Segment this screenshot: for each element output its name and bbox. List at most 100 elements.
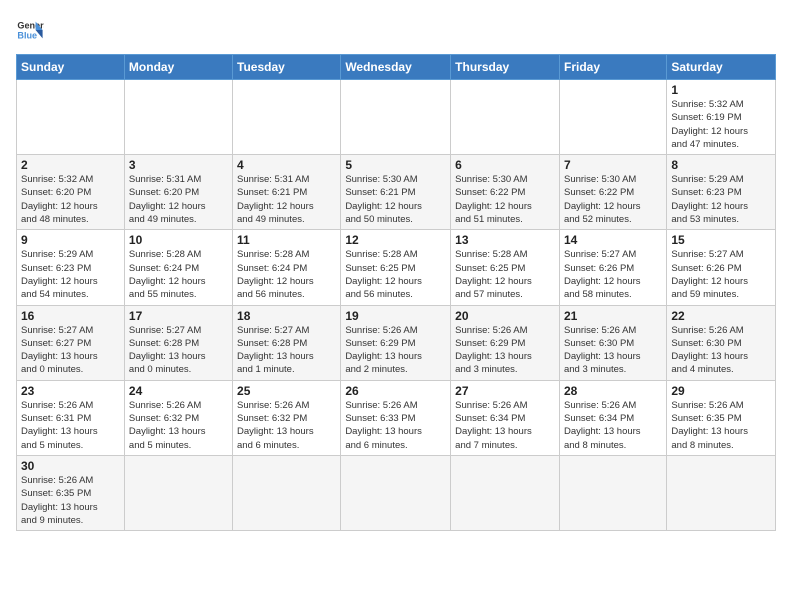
day-info: Sunrise: 5:27 AM Sunset: 6:28 PM Dayligh… xyxy=(129,324,228,377)
day-number: 23 xyxy=(21,384,120,398)
day-info: Sunrise: 5:26 AM Sunset: 6:34 PM Dayligh… xyxy=(564,399,662,452)
weekday-header: Sunday xyxy=(17,55,125,80)
day-info: Sunrise: 5:32 AM Sunset: 6:19 PM Dayligh… xyxy=(671,98,771,151)
weekday-header: Monday xyxy=(124,55,232,80)
calendar-cell: 7Sunrise: 5:30 AM Sunset: 6:22 PM Daylig… xyxy=(559,155,666,230)
day-number: 8 xyxy=(671,158,771,172)
calendar-cell: 17Sunrise: 5:27 AM Sunset: 6:28 PM Dayli… xyxy=(124,305,232,380)
calendar-week-row: 23Sunrise: 5:26 AM Sunset: 6:31 PM Dayli… xyxy=(17,380,776,455)
day-number: 21 xyxy=(564,309,662,323)
day-number: 15 xyxy=(671,233,771,247)
day-info: Sunrise: 5:29 AM Sunset: 6:23 PM Dayligh… xyxy=(671,173,771,226)
day-number: 17 xyxy=(129,309,228,323)
calendar-week-row: 1Sunrise: 5:32 AM Sunset: 6:19 PM Daylig… xyxy=(17,80,776,155)
calendar-cell: 10Sunrise: 5:28 AM Sunset: 6:24 PM Dayli… xyxy=(124,230,232,305)
calendar-cell xyxy=(559,80,666,155)
calendar-cell: 13Sunrise: 5:28 AM Sunset: 6:25 PM Dayli… xyxy=(451,230,560,305)
logo-icon: General Blue xyxy=(16,16,44,44)
day-info: Sunrise: 5:26 AM Sunset: 6:29 PM Dayligh… xyxy=(455,324,555,377)
calendar-cell: 6Sunrise: 5:30 AM Sunset: 6:22 PM Daylig… xyxy=(451,155,560,230)
calendar-cell xyxy=(341,455,451,530)
day-info: Sunrise: 5:28 AM Sunset: 6:24 PM Dayligh… xyxy=(129,248,228,301)
day-number: 29 xyxy=(671,384,771,398)
calendar-cell: 1Sunrise: 5:32 AM Sunset: 6:19 PM Daylig… xyxy=(667,80,776,155)
day-info: Sunrise: 5:28 AM Sunset: 6:25 PM Dayligh… xyxy=(345,248,446,301)
calendar-cell xyxy=(451,455,560,530)
calendar-cell: 5Sunrise: 5:30 AM Sunset: 6:21 PM Daylig… xyxy=(341,155,451,230)
calendar-cell: 16Sunrise: 5:27 AM Sunset: 6:27 PM Dayli… xyxy=(17,305,125,380)
weekday-header: Friday xyxy=(559,55,666,80)
calendar-cell: 30Sunrise: 5:26 AM Sunset: 6:35 PM Dayli… xyxy=(17,455,125,530)
calendar-header-row: SundayMondayTuesdayWednesdayThursdayFrid… xyxy=(17,55,776,80)
day-number: 19 xyxy=(345,309,446,323)
day-number: 25 xyxy=(237,384,336,398)
day-number: 24 xyxy=(129,384,228,398)
day-info: Sunrise: 5:31 AM Sunset: 6:21 PM Dayligh… xyxy=(237,173,336,226)
day-info: Sunrise: 5:26 AM Sunset: 6:35 PM Dayligh… xyxy=(21,474,120,527)
day-info: Sunrise: 5:26 AM Sunset: 6:29 PM Dayligh… xyxy=(345,324,446,377)
day-info: Sunrise: 5:27 AM Sunset: 6:28 PM Dayligh… xyxy=(237,324,336,377)
day-number: 13 xyxy=(455,233,555,247)
day-number: 4 xyxy=(237,158,336,172)
day-number: 18 xyxy=(237,309,336,323)
day-number: 16 xyxy=(21,309,120,323)
calendar-table: SundayMondayTuesdayWednesdayThursdayFrid… xyxy=(16,54,776,531)
day-info: Sunrise: 5:30 AM Sunset: 6:22 PM Dayligh… xyxy=(564,173,662,226)
calendar-cell xyxy=(17,80,125,155)
day-info: Sunrise: 5:30 AM Sunset: 6:22 PM Dayligh… xyxy=(455,173,555,226)
day-info: Sunrise: 5:30 AM Sunset: 6:21 PM Dayligh… xyxy=(345,173,446,226)
calendar-cell: 8Sunrise: 5:29 AM Sunset: 6:23 PM Daylig… xyxy=(667,155,776,230)
weekday-header: Tuesday xyxy=(233,55,341,80)
day-number: 28 xyxy=(564,384,662,398)
calendar-cell: 27Sunrise: 5:26 AM Sunset: 6:34 PM Dayli… xyxy=(451,380,560,455)
day-info: Sunrise: 5:28 AM Sunset: 6:25 PM Dayligh… xyxy=(455,248,555,301)
day-number: 11 xyxy=(237,233,336,247)
logo: General Blue xyxy=(16,16,44,44)
calendar-week-row: 9Sunrise: 5:29 AM Sunset: 6:23 PM Daylig… xyxy=(17,230,776,305)
day-number: 7 xyxy=(564,158,662,172)
calendar-cell xyxy=(124,80,232,155)
calendar-cell: 11Sunrise: 5:28 AM Sunset: 6:24 PM Dayli… xyxy=(233,230,341,305)
day-info: Sunrise: 5:26 AM Sunset: 6:30 PM Dayligh… xyxy=(564,324,662,377)
calendar-cell: 9Sunrise: 5:29 AM Sunset: 6:23 PM Daylig… xyxy=(17,230,125,305)
day-info: Sunrise: 5:26 AM Sunset: 6:35 PM Dayligh… xyxy=(671,399,771,452)
calendar-cell: 12Sunrise: 5:28 AM Sunset: 6:25 PM Dayli… xyxy=(341,230,451,305)
day-info: Sunrise: 5:31 AM Sunset: 6:20 PM Dayligh… xyxy=(129,173,228,226)
day-info: Sunrise: 5:27 AM Sunset: 6:26 PM Dayligh… xyxy=(564,248,662,301)
day-number: 12 xyxy=(345,233,446,247)
calendar-cell: 4Sunrise: 5:31 AM Sunset: 6:21 PM Daylig… xyxy=(233,155,341,230)
calendar-cell xyxy=(233,80,341,155)
day-info: Sunrise: 5:26 AM Sunset: 6:34 PM Dayligh… xyxy=(455,399,555,452)
calendar-cell: 26Sunrise: 5:26 AM Sunset: 6:33 PM Dayli… xyxy=(341,380,451,455)
calendar-cell xyxy=(559,455,666,530)
calendar-cell xyxy=(667,455,776,530)
day-number: 27 xyxy=(455,384,555,398)
day-info: Sunrise: 5:26 AM Sunset: 6:32 PM Dayligh… xyxy=(237,399,336,452)
calendar-cell xyxy=(341,80,451,155)
day-number: 5 xyxy=(345,158,446,172)
calendar-cell: 18Sunrise: 5:27 AM Sunset: 6:28 PM Dayli… xyxy=(233,305,341,380)
calendar-cell xyxy=(451,80,560,155)
calendar-cell: 29Sunrise: 5:26 AM Sunset: 6:35 PM Dayli… xyxy=(667,380,776,455)
calendar-week-row: 2Sunrise: 5:32 AM Sunset: 6:20 PM Daylig… xyxy=(17,155,776,230)
calendar-cell: 3Sunrise: 5:31 AM Sunset: 6:20 PM Daylig… xyxy=(124,155,232,230)
calendar-cell: 25Sunrise: 5:26 AM Sunset: 6:32 PM Dayli… xyxy=(233,380,341,455)
day-info: Sunrise: 5:26 AM Sunset: 6:30 PM Dayligh… xyxy=(671,324,771,377)
weekday-header: Thursday xyxy=(451,55,560,80)
day-number: 6 xyxy=(455,158,555,172)
calendar-week-row: 30Sunrise: 5:26 AM Sunset: 6:35 PM Dayli… xyxy=(17,455,776,530)
calendar-cell: 28Sunrise: 5:26 AM Sunset: 6:34 PM Dayli… xyxy=(559,380,666,455)
day-number: 22 xyxy=(671,309,771,323)
calendar-cell: 22Sunrise: 5:26 AM Sunset: 6:30 PM Dayli… xyxy=(667,305,776,380)
day-info: Sunrise: 5:27 AM Sunset: 6:26 PM Dayligh… xyxy=(671,248,771,301)
calendar-week-row: 16Sunrise: 5:27 AM Sunset: 6:27 PM Dayli… xyxy=(17,305,776,380)
day-number: 26 xyxy=(345,384,446,398)
calendar-cell xyxy=(233,455,341,530)
weekday-header: Wednesday xyxy=(341,55,451,80)
day-number: 2 xyxy=(21,158,120,172)
weekday-header: Saturday xyxy=(667,55,776,80)
day-number: 1 xyxy=(671,83,771,97)
calendar-cell: 14Sunrise: 5:27 AM Sunset: 6:26 PM Dayli… xyxy=(559,230,666,305)
day-number: 3 xyxy=(129,158,228,172)
day-number: 10 xyxy=(129,233,228,247)
